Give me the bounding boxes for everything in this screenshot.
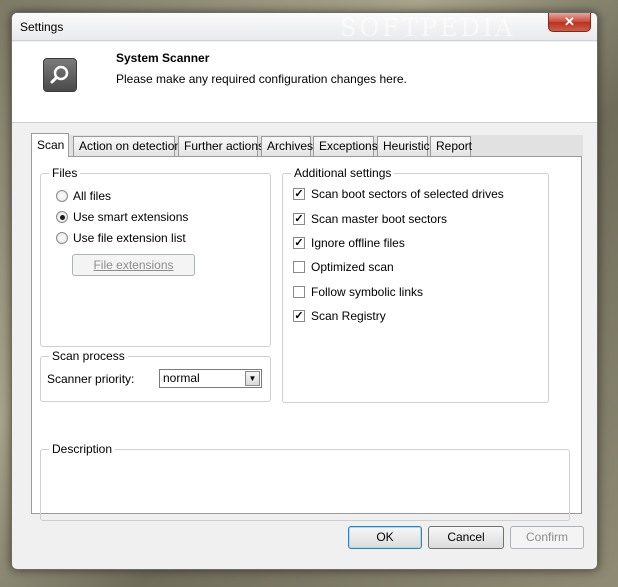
checkbox[interactable]: ✓ xyxy=(293,310,305,322)
checkbox[interactable] xyxy=(293,261,305,273)
additional-settings-group: Additional settings ✓ Scan boot sectors … xyxy=(282,166,549,403)
radio-button[interactable] xyxy=(56,232,68,244)
ok-button[interactable]: OK xyxy=(348,526,422,549)
checkbox[interactable]: ✓ xyxy=(293,188,305,200)
check-optimized-scan[interactable]: Optimized scan xyxy=(293,259,394,275)
header-subtitle: Please make any required configuration c… xyxy=(116,72,407,86)
files-legend: Files xyxy=(49,166,81,180)
close-icon: ✕ xyxy=(564,14,575,29)
tab-action-on-detection[interactable]: Action on detection xyxy=(73,136,181,156)
header-banner: System Scanner Please make any required … xyxy=(12,42,597,123)
magnifier-icon xyxy=(43,58,77,92)
checkbox[interactable]: ✓ xyxy=(293,237,305,249)
cancel-button[interactable]: Cancel xyxy=(428,526,504,549)
tab-exceptions[interactable]: Exceptions xyxy=(313,136,378,156)
header-title: System Scanner xyxy=(116,51,210,65)
tab-report[interactable]: Report xyxy=(430,136,472,156)
scan-process-group: Scan process Scanner priority: normal ▼ xyxy=(40,349,271,402)
tab-strip: Scan Action on detection Further actions… xyxy=(31,133,583,157)
tab-further-actions[interactable]: Further actions xyxy=(178,136,264,156)
softpedia-watermark: SOFTPEDIA xyxy=(340,14,516,42)
chevron-down-icon[interactable]: ▼ xyxy=(245,371,260,386)
radio-smart-extensions[interactable]: Use smart extensions xyxy=(56,209,188,225)
file-extensions-button[interactable]: File extensions xyxy=(72,254,195,276)
tab-scan[interactable]: Scan xyxy=(31,133,69,157)
scan-process-legend: Scan process xyxy=(49,349,128,363)
scan-tab-panel: Files All files Use smart extensions Use… xyxy=(31,156,582,521)
radio-button[interactable] xyxy=(56,190,68,202)
files-group: Files All files Use smart extensions Use… xyxy=(40,166,271,347)
description-legend: Description xyxy=(49,442,116,456)
check-scan-master-boot-sectors[interactable]: ✓ Scan master boot sectors xyxy=(293,211,447,227)
radio-button-selected[interactable] xyxy=(56,211,68,223)
scanner-priority-label: Scanner priority: xyxy=(47,372,135,386)
tab-archives[interactable]: Archives xyxy=(261,136,313,156)
description-group: Description xyxy=(40,442,570,521)
window-title: Settings xyxy=(20,20,64,34)
checkbox[interactable]: ✓ xyxy=(293,213,305,225)
radio-extension-list[interactable]: Use file extension list xyxy=(56,230,186,246)
additional-settings-legend: Additional settings xyxy=(291,166,395,180)
checkbox[interactable] xyxy=(293,286,305,298)
check-scan-boot-sectors[interactable]: ✓ Scan boot sectors of selected drives xyxy=(293,186,504,202)
check-ignore-offline-files[interactable]: ✓ Ignore offline files xyxy=(293,235,405,251)
close-button[interactable]: ✕ xyxy=(548,13,591,32)
tab-heuristic[interactable]: Heuristic xyxy=(377,136,430,156)
settings-window: Settings ✕ System Scanner Please make an… xyxy=(11,12,598,570)
check-follow-symbolic-links[interactable]: Follow symbolic links xyxy=(293,284,423,300)
radio-all-files[interactable]: All files xyxy=(56,188,111,204)
confirm-button[interactable]: Confirm xyxy=(510,526,584,549)
scanner-priority-select[interactable]: normal ▼ xyxy=(159,369,262,388)
check-scan-registry[interactable]: ✓ Scan Registry xyxy=(293,308,386,324)
